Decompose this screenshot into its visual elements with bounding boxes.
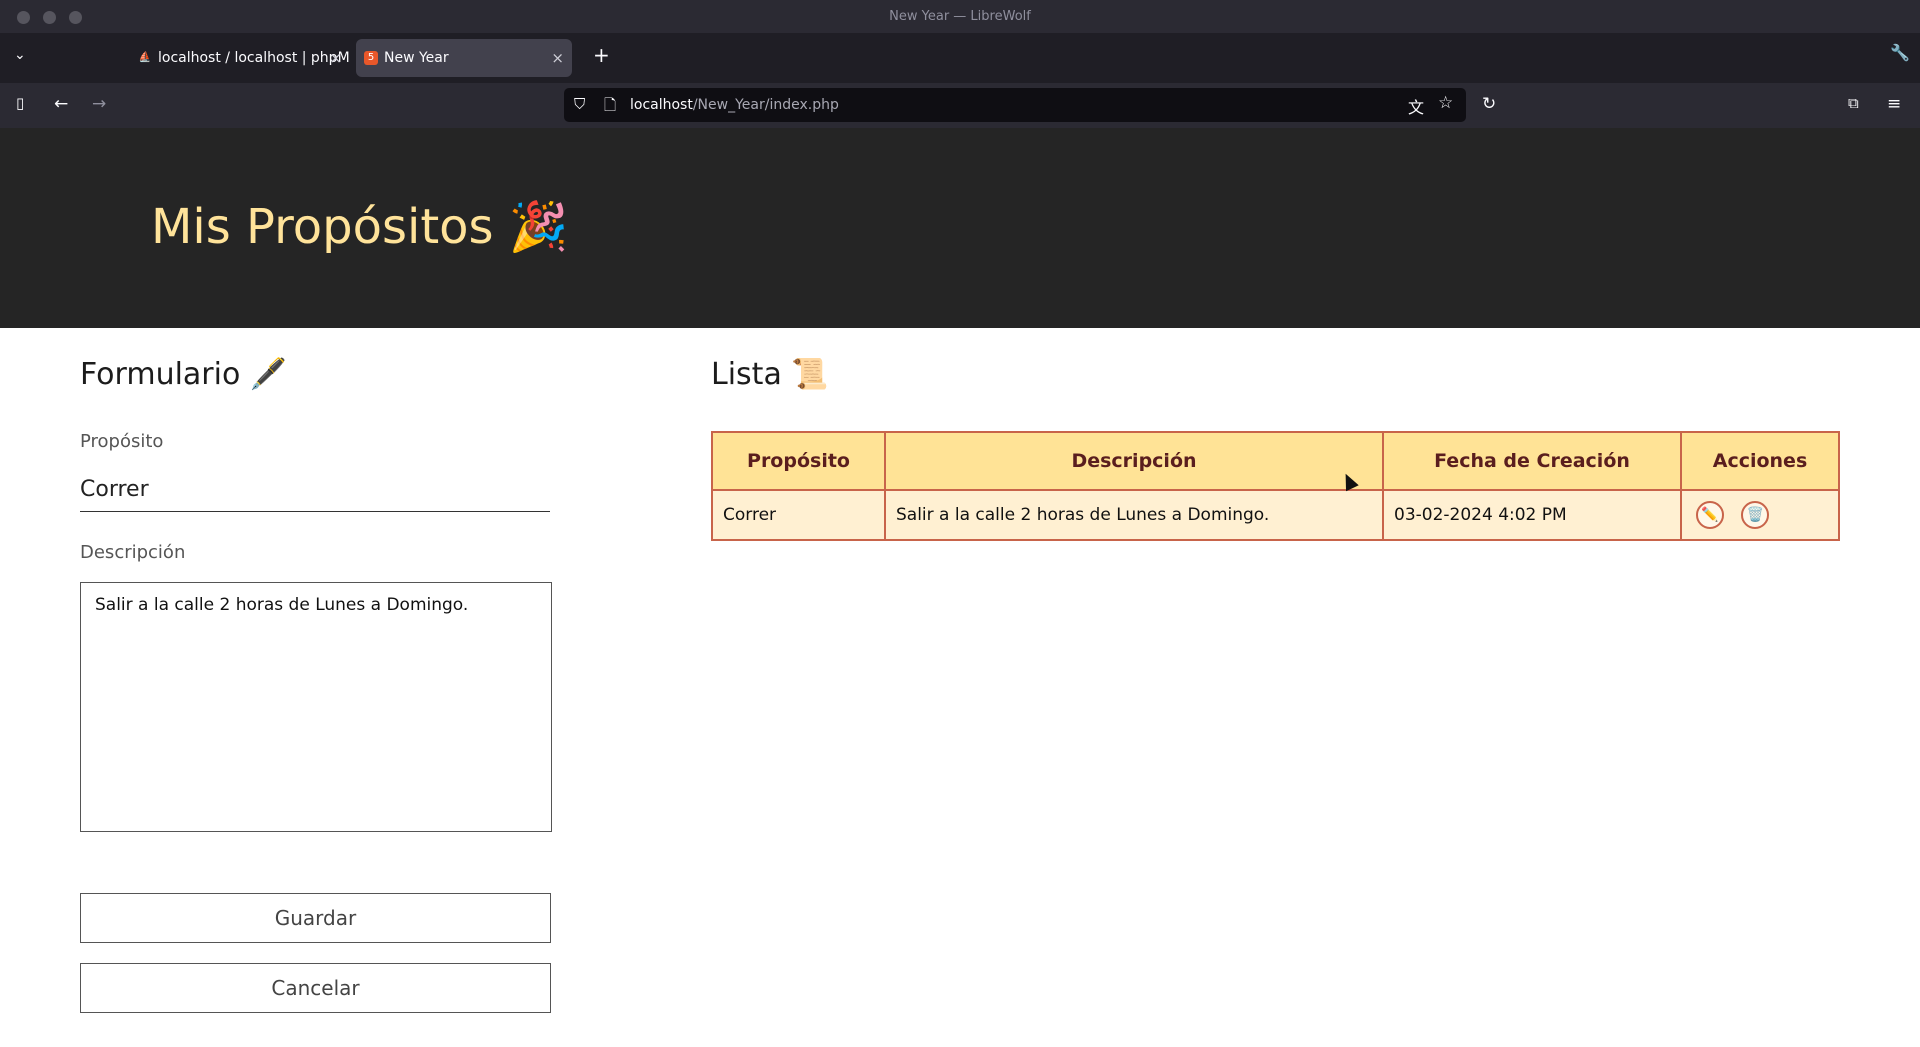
column-header-acciones: Acciones xyxy=(1680,431,1840,491)
column-header-descripcion: Descripción xyxy=(884,431,1384,491)
reload-icon[interactable]: ↻ xyxy=(1482,94,1496,114)
maximize-window-icon[interactable] xyxy=(69,11,82,24)
close-window-icon[interactable] xyxy=(17,11,30,24)
column-header-proposito: Propósito xyxy=(711,431,886,491)
shield-icon[interactable]: ⛉ xyxy=(574,95,585,113)
cell-proposito: Correr xyxy=(711,489,886,541)
menu-hamburger-icon[interactable]: ≡ xyxy=(1887,94,1901,114)
list-heading: Lista 📜 xyxy=(711,357,829,392)
tab-new-year[interactable]: 5 New Year × xyxy=(356,39,572,77)
minimize-window-icon[interactable] xyxy=(43,11,56,24)
proposito-label: Propósito xyxy=(80,431,164,452)
tab-bar: ⌄ ⛵ localhost / localhost | phpMyAdmin ×… xyxy=(0,33,1920,83)
proposito-input[interactable] xyxy=(80,468,550,512)
url-text[interactable]: localhost/New_Year/index.php xyxy=(630,88,839,122)
tab-label: localhost / localhost | phpMyAdmin xyxy=(158,50,350,66)
url-path: /New_Year/index.php xyxy=(692,97,839,113)
tab-label: New Year xyxy=(384,50,449,66)
propositos-table: Propósito Descripción Fecha de Creación … xyxy=(711,431,1840,541)
cell-acciones: ✏️ 🗑️ xyxy=(1680,489,1840,541)
url-host: localhost xyxy=(630,97,693,113)
page-info-icon[interactable]: 🗋 xyxy=(604,95,616,120)
back-arrow-icon[interactable]: ← xyxy=(54,94,68,114)
wrench-icon[interactable]: 🔧 xyxy=(1890,43,1910,62)
close-tab-icon[interactable]: × xyxy=(329,39,342,77)
table-row: Correr Salir a la calle 2 horas de Lunes… xyxy=(711,489,1840,541)
cell-fecha: 03-02-2024 4:02 PM xyxy=(1382,489,1682,541)
new-tab-plus-icon[interactable]: + xyxy=(593,43,610,67)
address-bar[interactable]: ⛉ 🗋 localhost/New_Year/index.php 文 ☆ xyxy=(564,88,1466,122)
delete-trash-icon[interactable]: 🗑️ xyxy=(1741,501,1770,529)
page-header: Mis Propósitos 🎉 xyxy=(0,128,1920,328)
window-titlebar: New Year — LibreWolf xyxy=(0,0,1920,33)
cell-descripcion: Salir a la calle 2 horas de Lunes a Domi… xyxy=(884,489,1384,541)
table-header-row: Propósito Descripción Fecha de Creación … xyxy=(711,431,1840,491)
page-title: Mis Propósitos 🎉 xyxy=(151,199,569,255)
cancel-button[interactable]: Cancelar xyxy=(80,963,551,1013)
form-heading: Formulario 🖋️ xyxy=(80,357,288,392)
bookmark-star-icon[interactable]: ☆ xyxy=(1438,93,1453,113)
translate-icon[interactable]: 文 xyxy=(1408,94,1424,118)
html-favicon-icon: 5 xyxy=(364,51,378,65)
descripcion-textarea[interactable]: Salir a la calle 2 horas de Lunes a Domi… xyxy=(80,582,552,832)
close-tab-icon[interactable]: × xyxy=(551,39,564,77)
save-button[interactable]: Guardar xyxy=(80,893,551,943)
extensions-icon[interactable]: ⧉ xyxy=(1848,94,1859,112)
forward-arrow-icon[interactable]: → xyxy=(92,94,106,114)
sidebar-toggle-icon[interactable]: ▯ xyxy=(16,94,24,112)
phpmyadmin-favicon-icon: ⛵ xyxy=(138,52,152,63)
column-header-fecha: Fecha de Creación xyxy=(1382,431,1682,491)
descripcion-label: Descripción xyxy=(80,542,186,563)
navigation-toolbar: ▯ ← → ⛉ 🗋 localhost/New_Year/index.php 文… xyxy=(0,83,1920,128)
window-title: New Year — LibreWolf xyxy=(889,9,1031,24)
edit-pencil-icon[interactable]: ✏️ xyxy=(1696,501,1724,529)
tab-list-chevron-down-icon[interactable]: ⌄ xyxy=(14,47,26,63)
tab-phpmyadmin[interactable]: ⛵ localhost / localhost | phpMyAdmin × xyxy=(130,39,350,77)
